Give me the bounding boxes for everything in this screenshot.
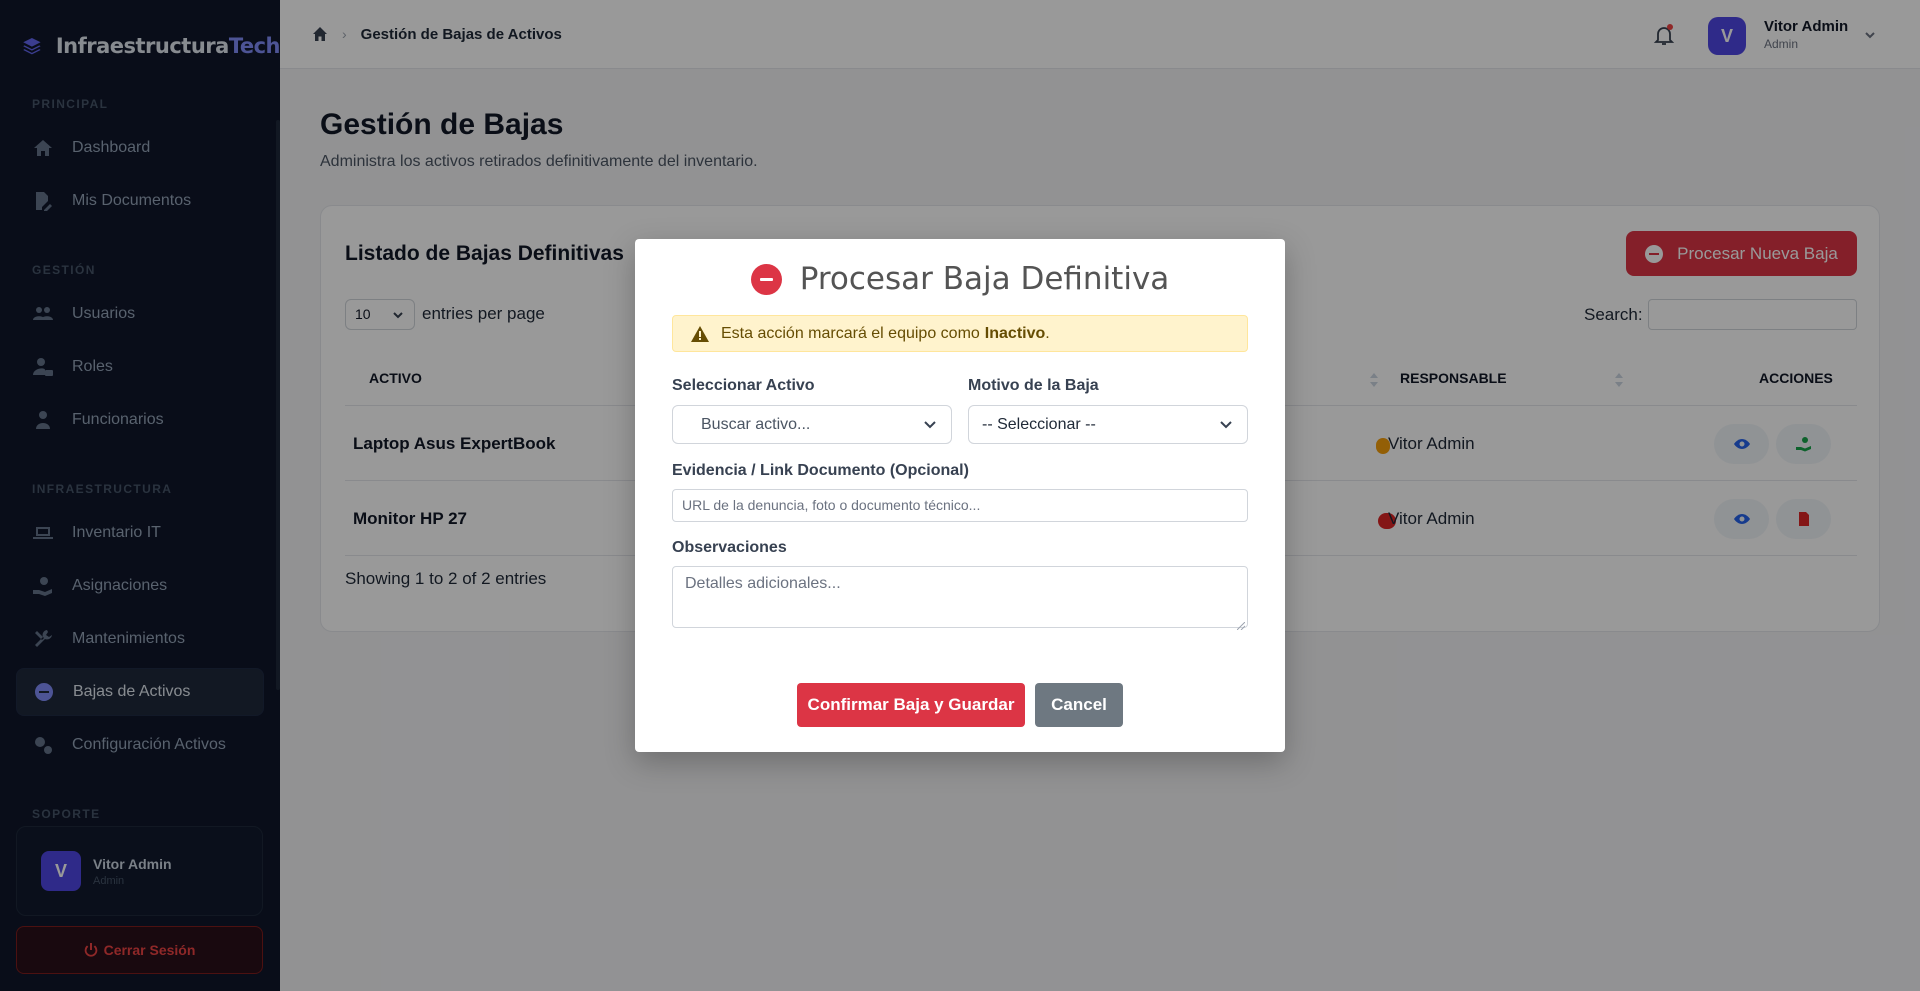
confirm-button[interactable]: Confirmar Baja y Guardar	[797, 683, 1025, 727]
observaciones-textarea[interactable]: Detalles adicionales...	[672, 566, 1248, 631]
chevron-down-icon	[1220, 421, 1232, 429]
activo-select[interactable]: Buscar activo...	[672, 405, 952, 444]
motivo-label: Motivo de la Baja	[968, 377, 1099, 394]
baja-modal: Procesar Baja Definitiva Esta acción mar…	[635, 239, 1285, 752]
warning-alert: Esta acción marcará el equipo como Inacti…	[672, 315, 1248, 352]
warning-triangle-icon	[691, 325, 709, 342]
cancel-button[interactable]: Cancel	[1035, 683, 1123, 727]
evidencia-input[interactable]: URL de la denuncia, foto o documento téc…	[672, 489, 1248, 522]
modal-title: Procesar Baja Definitiva	[635, 261, 1285, 297]
evidencia-label: Evidencia / Link Documento (Opcional)	[672, 462, 969, 479]
resize-handle-icon[interactable]	[1236, 617, 1246, 631]
minus-circle-icon	[750, 263, 782, 295]
motivo-select[interactable]: -- Seleccionar --	[968, 405, 1248, 444]
activo-label: Seleccionar Activo	[672, 377, 815, 394]
observaciones-label: Observaciones	[672, 539, 787, 556]
chevron-down-icon	[924, 421, 936, 429]
